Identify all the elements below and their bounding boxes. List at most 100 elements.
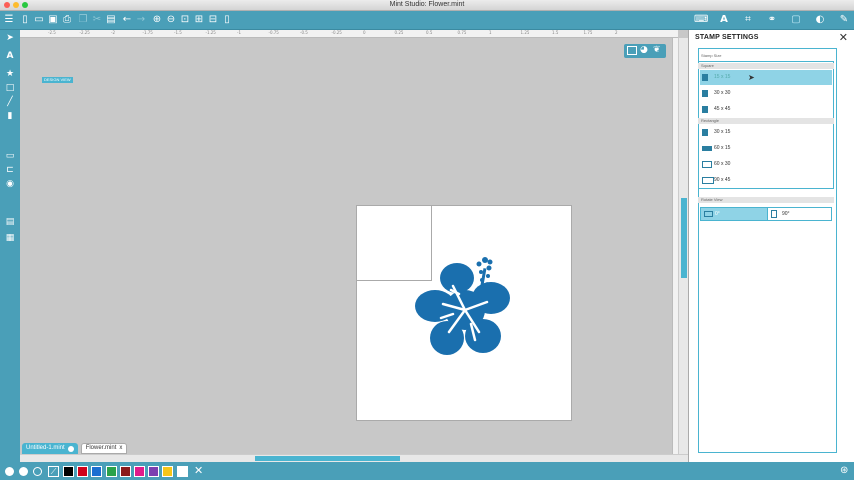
zoom-page-icon[interactable]: ⊟: [207, 14, 219, 26]
close-tab-icon[interactable]: [67, 445, 74, 452]
option-label: 30 x 15: [714, 129, 731, 135]
color-swatch[interactable]: [148, 466, 160, 477]
close-panel-icon[interactable]: ✕: [839, 31, 848, 44]
ruler-tick: 2: [615, 30, 618, 35]
color-view-icon[interactable]: ◕: [640, 45, 648, 55]
layers-icon[interactable]: ▤: [4, 216, 16, 228]
paste-icon[interactable]: ▤: [105, 14, 117, 26]
rectangle-icon[interactable]: □: [4, 82, 16, 94]
zoom-fit-icon[interactable]: ⊡: [179, 14, 191, 26]
tab-label: Flower.mint: [85, 445, 117, 451]
close-tab-icon[interactable]: x: [119, 443, 122, 454]
hibiscus-flower[interactable]: [413, 254, 517, 360]
ruler-tick: -1: [237, 30, 241, 35]
color-swatch[interactable]: [77, 466, 89, 477]
book-icon[interactable]: ⊏: [4, 164, 16, 176]
select-icon[interactable]: ➤: [4, 32, 16, 44]
color-swatch[interactable]: [105, 466, 117, 477]
line-icon[interactable]: ╱: [4, 96, 16, 108]
settings-icon[interactable]: ⊛: [840, 465, 848, 476]
redo-icon[interactable]: →: [135, 14, 147, 26]
node-edit-icon[interactable]: ⚭: [766, 14, 778, 26]
size-option-60x30[interactable]: 60 x 30: [700, 157, 832, 172]
color-swatch[interactable]: [134, 466, 145, 477]
small-circle-icon[interactable]: [19, 467, 28, 476]
horizontal-scrollbar[interactable]: [20, 454, 688, 462]
keyboard-icon[interactable]: ⌨: [694, 14, 708, 26]
vertical-scrollbar[interactable]: [678, 38, 688, 454]
undo-icon[interactable]: ←: [121, 14, 133, 26]
vertical-scroll-thumb[interactable]: [681, 198, 687, 278]
main-toolbar: ☰ ▯ ▭ ▣ ⎙ ❐ ✂ ▤ ← → ⊕ ⊖ ⊡ ⊞ ⊟ ▯ ⌨ A ⌗ ⚭ …: [0, 11, 854, 30]
ruler-tick: 0: [363, 30, 366, 35]
size-option-45x45[interactable]: 45 x 45: [700, 102, 832, 117]
mouse-cursor: ➤: [748, 73, 755, 82]
stamp-view-icon[interactable]: [627, 46, 637, 55]
rotate-90-button[interactable]: 90°: [767, 208, 831, 220]
color-swatch[interactable]: [176, 466, 188, 477]
landscape-icon: [704, 211, 713, 217]
page-view-icon[interactable]: ▭: [4, 150, 16, 162]
zoom-out-icon[interactable]: ⊖: [165, 14, 177, 26]
panel-title: STAMP SETTINGS: [695, 34, 759, 41]
save-icon[interactable]: ▣: [47, 14, 59, 26]
rectangle-stamp-icon: [702, 161, 712, 168]
color-swatch[interactable]: [119, 466, 131, 477]
no-fill-icon[interactable]: ⟋: [48, 466, 59, 477]
option-label: 90 x 45: [714, 177, 731, 183]
zoom-selection-icon[interactable]: ⊞: [193, 14, 205, 26]
ruler-tick: -0.75: [268, 30, 279, 35]
palette-icon[interactable]: ◉: [4, 178, 16, 190]
print-icon[interactable]: ⎙: [61, 14, 73, 26]
size-option-30x30[interactable]: 30 x 30: [700, 86, 832, 101]
open-folder-icon[interactable]: ▭: [33, 14, 45, 26]
design-page[interactable]: [356, 205, 572, 421]
size-option-30x15[interactable]: 30 x 15: [700, 125, 832, 140]
ruler-tick: -2.5: [48, 30, 56, 35]
bottom-bar: ⟋ ✕ ⊛: [0, 462, 854, 480]
text-tool-icon[interactable]: A: [4, 50, 16, 62]
crop-icon[interactable]: ⌗: [742, 14, 754, 26]
outline-circle-icon[interactable]: [33, 467, 42, 476]
copy-icon[interactable]: ❐: [77, 14, 89, 26]
rotate-view-toggle: 0° 90°: [700, 207, 832, 221]
tab-untitled[interactable]: Untitled-1.mint: [22, 443, 78, 454]
size-option-90x45[interactable]: 90 x 45: [700, 173, 832, 188]
ruler-tick: -0.5: [300, 30, 308, 35]
no-color-icon[interactable]: ✕: [194, 464, 203, 477]
rotate-label: 90°: [782, 211, 790, 217]
text-icon[interactable]: A: [718, 14, 730, 26]
pen-icon[interactable]: ✎: [838, 14, 850, 26]
tab-flower[interactable]: Flower.mint x: [80, 443, 128, 454]
stamp-settings-icon[interactable]: ▢: [790, 14, 802, 26]
color-swatch[interactable]: [162, 466, 174, 477]
new-file-icon[interactable]: ▯: [19, 14, 31, 26]
color-swatch[interactable]: [91, 466, 103, 477]
ruler-tick: -1.25: [205, 30, 216, 35]
option-label: 45 x 45: [714, 106, 731, 112]
option-label: 60 x 30: [714, 161, 731, 167]
tab-label: Untitled-1.mint: [26, 445, 65, 451]
page-icon[interactable]: ▯: [221, 14, 233, 26]
rectangle-stamp-icon: [702, 146, 712, 151]
color-palette-icon[interactable]: ◐: [814, 14, 826, 26]
library-icon[interactable]: ▦: [4, 232, 16, 244]
zoom-in-icon[interactable]: ⊕: [151, 14, 163, 26]
size-option-60x15[interactable]: 60 x 15: [700, 141, 832, 156]
canvas-area[interactable]: DESIGN VIEW: [20, 38, 678, 454]
fill-circle-icon[interactable]: [5, 467, 14, 476]
ruler-tick: 1.5: [552, 30, 559, 35]
rotate-0-button[interactable]: 0°: [701, 208, 767, 220]
rectangle-stamp-icon: [702, 177, 714, 184]
eraser-icon[interactable]: ▮: [4, 110, 16, 122]
rotate-label: 0°: [715, 211, 720, 217]
star-icon[interactable]: ★: [4, 68, 16, 80]
ruler-tick: 1: [489, 30, 492, 35]
horizontal-scroll-thumb[interactable]: [255, 456, 400, 461]
size-option-15x15[interactable]: 15 x 15: [700, 70, 832, 85]
menu-icon[interactable]: ☰: [3, 14, 15, 26]
cut-icon[interactable]: ✂: [91, 14, 103, 26]
color-swatch[interactable]: [63, 466, 74, 477]
square-section-label: Square: [698, 63, 834, 69]
leaf-view-icon[interactable]: ❦: [653, 45, 661, 55]
